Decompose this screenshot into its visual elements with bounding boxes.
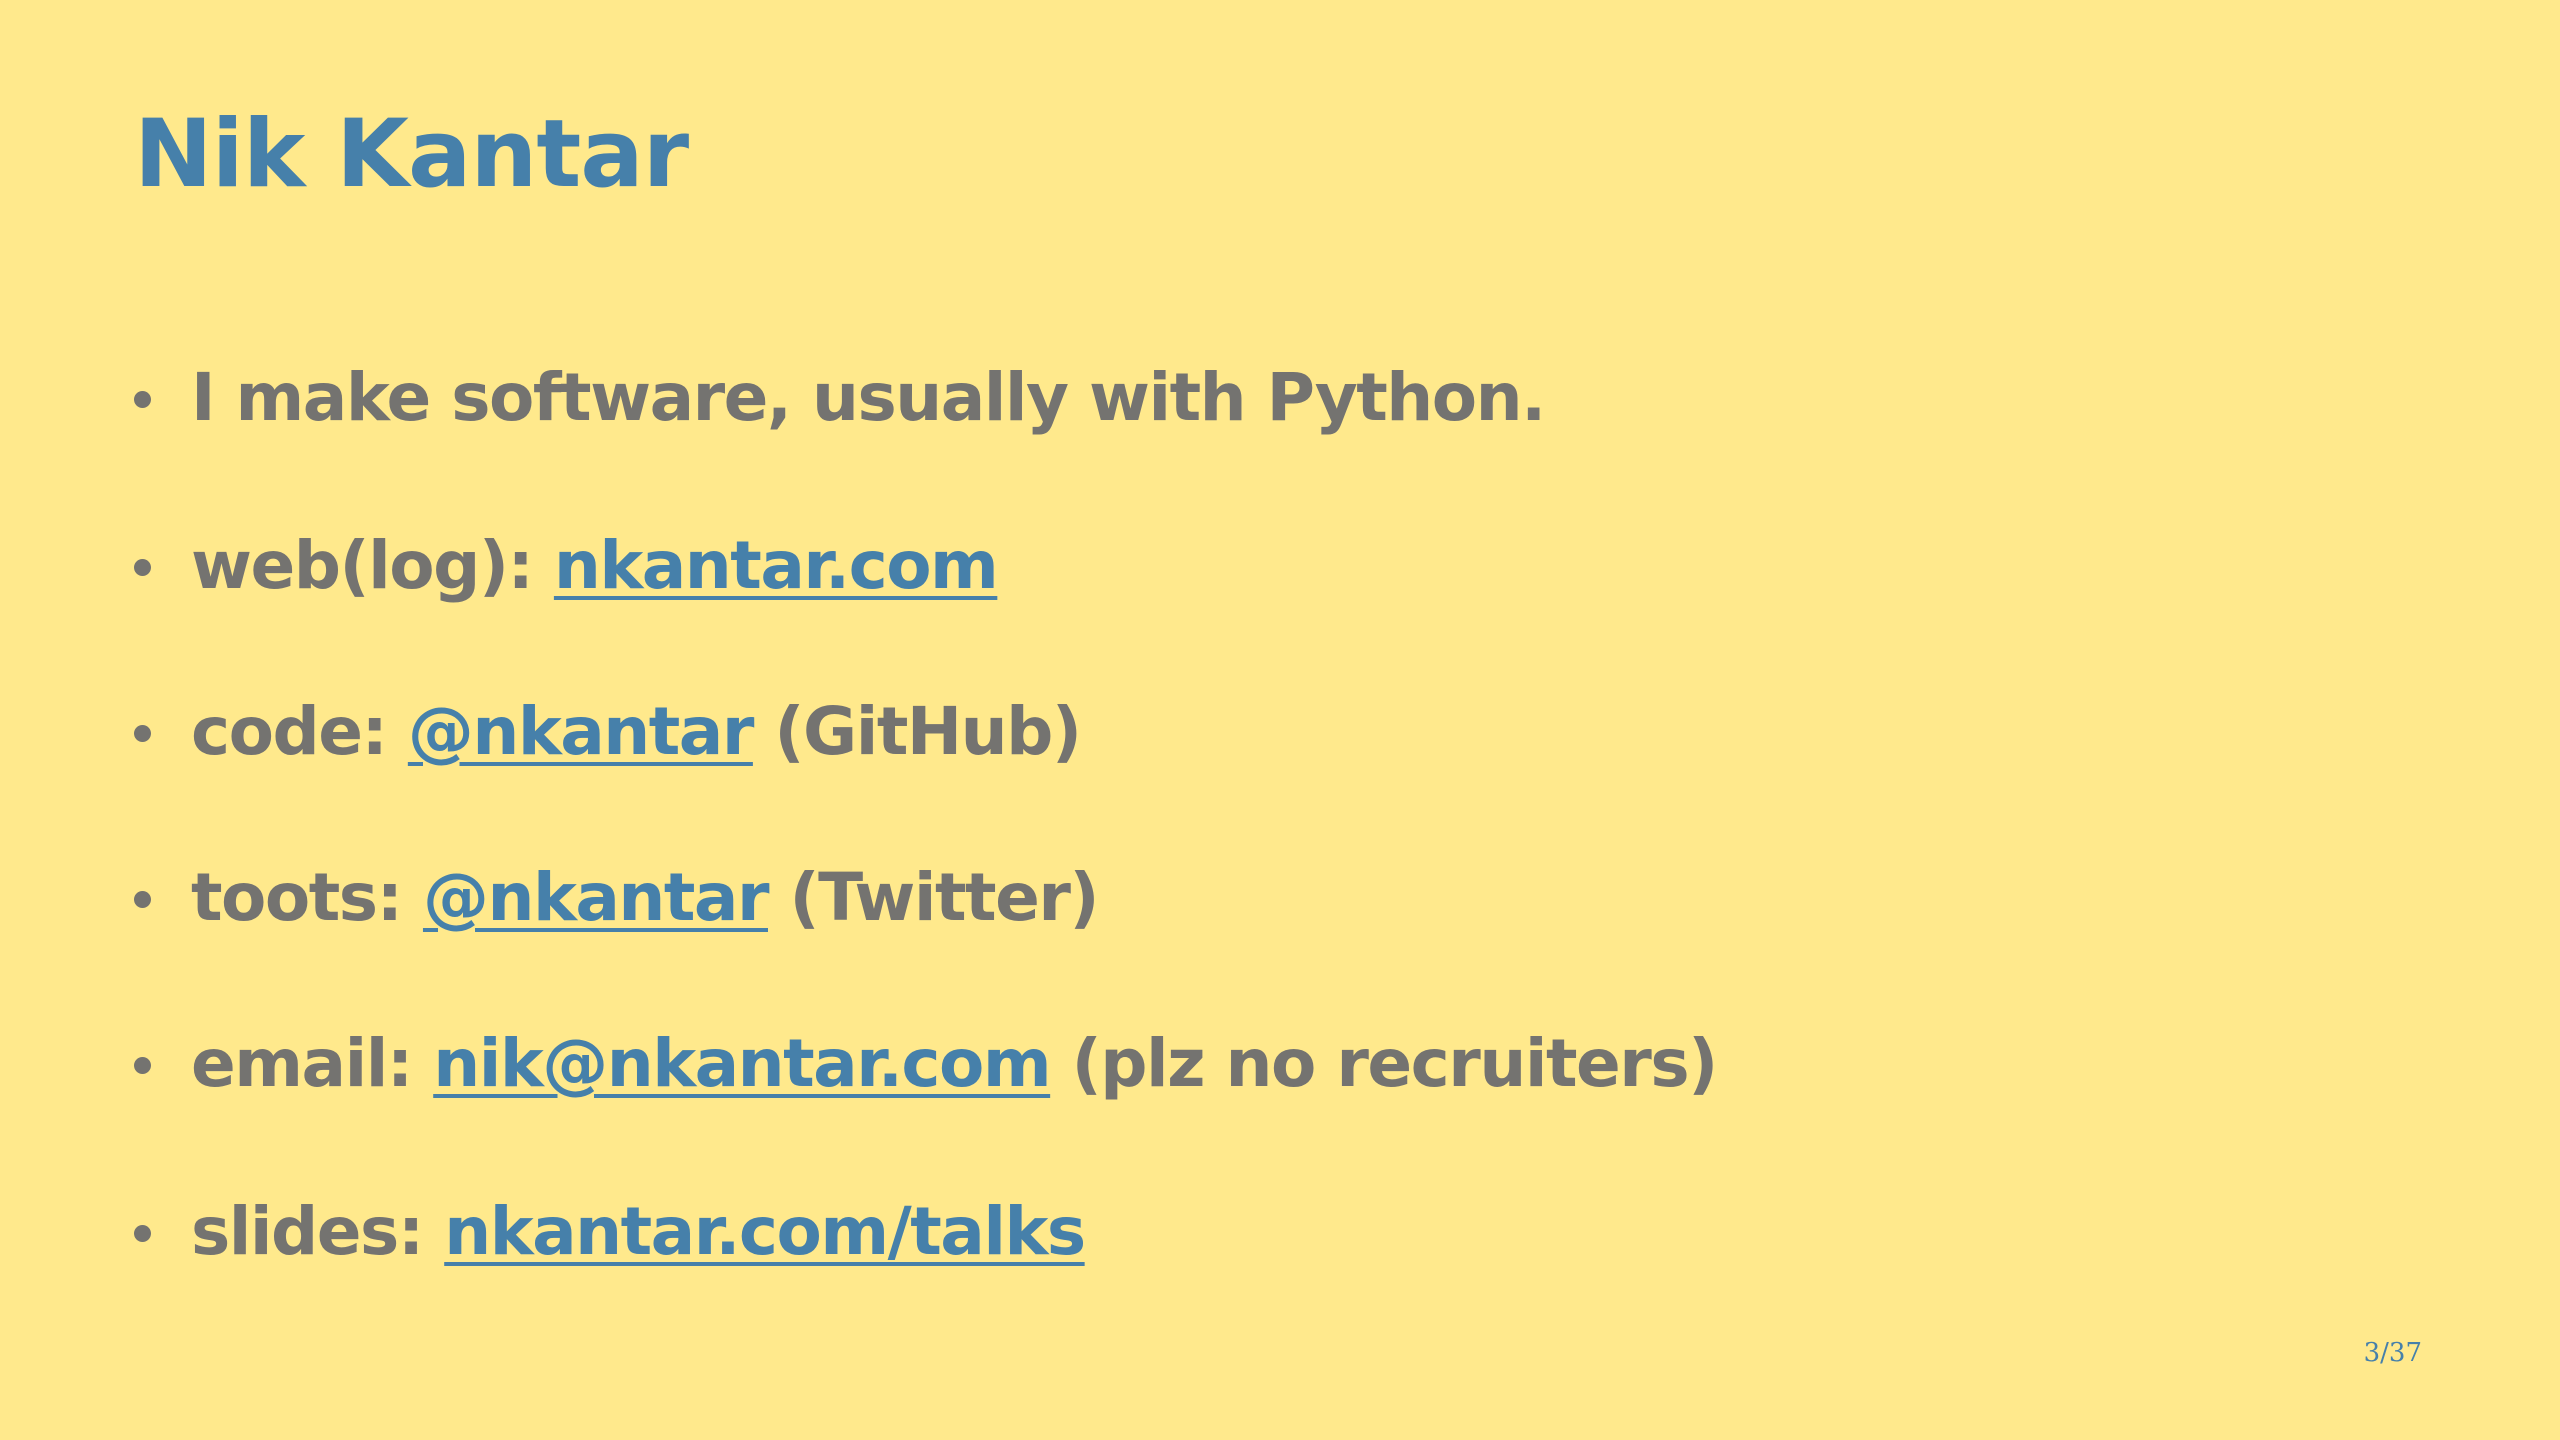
slide-title: Nik Kantar	[134, 100, 689, 209]
bullet-item-code: code: @nkantar (GitHub)	[134, 686, 1082, 776]
bullet-item-email: email: nik@nkantar.com (plz no recruiter…	[134, 1018, 1719, 1108]
bullet-text: I make software, usually with Python.	[191, 358, 1546, 436]
bullet-suffix: (plz no recruiters)	[1050, 1024, 1719, 1102]
bullet-suffix: (Twitter)	[768, 858, 1099, 936]
twitter-link[interactable]: @nkantar	[423, 859, 770, 936]
bullet-label: email:	[191, 1024, 434, 1102]
bullet-label: code:	[191, 692, 408, 770]
bullet-suffix: (GitHub)	[752, 692, 1082, 770]
bullet-icon	[134, 558, 151, 576]
bullet-icon	[134, 1056, 151, 1074]
github-link[interactable]: @nkantar	[408, 693, 755, 770]
bullet-item-toots: toots: @nkantar (Twitter)	[134, 852, 1100, 942]
bullet-item-intro: I make software, usually with Python.	[134, 352, 1546, 442]
page-number: 3/37	[2363, 1338, 2422, 1368]
bullet-icon	[134, 390, 151, 408]
bullet-item-slides: slides: nkantar.com/talks	[134, 1186, 1086, 1276]
slide: Nik Kantar I make software, usually with…	[0, 0, 2560, 1440]
bullet-icon	[134, 1224, 151, 1242]
bullet-label: slides:	[191, 1192, 445, 1270]
bullet-label: toots:	[191, 858, 423, 936]
bullet-item-weblog: web(log): nkantar.com	[134, 520, 999, 610]
bullet-icon	[134, 890, 151, 908]
weblog-link[interactable]: nkantar.com	[554, 527, 999, 604]
email-link[interactable]: nik@nkantar.com	[433, 1025, 1051, 1102]
bullet-icon	[134, 724, 151, 742]
slides-link[interactable]: nkantar.com/talks	[444, 1193, 1086, 1270]
bullet-label: web(log):	[191, 526, 554, 604]
